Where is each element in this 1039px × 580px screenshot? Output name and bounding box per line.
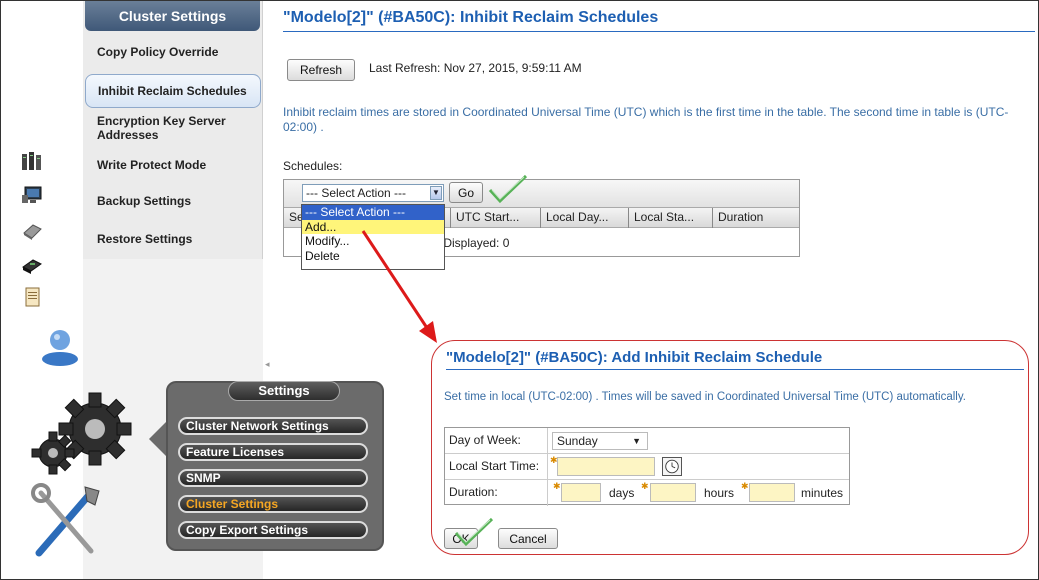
column-header-utc-start[interactable]: UTC Start...	[450, 208, 538, 228]
gear-icon[interactable]	[25, 387, 139, 487]
required-marker-icon: ✱	[553, 481, 561, 491]
required-marker-icon: ✱	[641, 481, 649, 491]
checkmark-icon	[454, 517, 494, 547]
local-start-time-label: Local Start Time:	[449, 459, 540, 473]
last-refresh-text: Last Refresh: Nov 27, 2015, 9:59:11 AM	[369, 61, 582, 75]
hours-unit-label: hours	[704, 486, 735, 500]
settings-item-snmp[interactable]: SNMP	[178, 469, 368, 487]
refresh-button[interactable]: Refresh	[287, 59, 355, 81]
option-modify[interactable]: Modify...	[302, 234, 444, 249]
sidebar-item-encryption-key-server-addresses[interactable]: Encryption Key Server Addresses	[85, 114, 261, 142]
column-header-local-start[interactable]: Local Sta...	[628, 208, 710, 228]
local-start-time-input[interactable]	[557, 457, 655, 476]
tools-icon[interactable]	[29, 481, 105, 561]
day-of-week-label: Day of Week:	[449, 433, 521, 447]
settings-item-copy-export[interactable]: Copy Export Settings	[178, 521, 368, 539]
option-add[interactable]: Add...	[302, 219, 444, 234]
sidebar-item-copy-policy-override[interactable]: Copy Policy Override	[85, 45, 261, 59]
sidebar-header: Cluster Settings	[85, 1, 260, 31]
form-divider	[547, 428, 548, 454]
form-divider	[547, 454, 548, 480]
required-marker-icon: ✱	[741, 481, 749, 491]
utc-info-text: Inhibit reclaim times are stored in Coor…	[283, 105, 1009, 134]
checkmark-icon	[488, 174, 528, 204]
settings-popup-title: Settings	[228, 381, 340, 401]
go-button[interactable]: Go	[449, 182, 483, 203]
minutes-unit-label: minutes	[801, 486, 844, 500]
duration-days-input[interactable]	[561, 483, 601, 502]
form-row-day: Day of Week: Sunday ▼	[445, 428, 849, 454]
days-unit-label: days	[609, 486, 635, 500]
sidebar-item-inhibit-reclaim-schedules[interactable]: Inhibit Reclaim Schedules	[85, 74, 261, 108]
chevron-down-icon[interactable]: ▼	[632, 433, 641, 449]
sidebar-item-backup-settings[interactable]: Backup Settings	[85, 194, 261, 208]
document-icon[interactable]	[21, 287, 43, 307]
monitor-icon[interactable]	[21, 185, 43, 205]
server-rack-icon[interactable]	[21, 151, 43, 171]
clock-icon[interactable]	[662, 457, 682, 476]
settings-popup: Settings Cluster Network Settings Featur…	[166, 381, 384, 551]
schedule-form: Day of Week: Sunday ▼ Local Start Time: …	[444, 427, 850, 506]
disk-drive-icon[interactable]	[21, 221, 43, 241]
app-window: Cluster Settings Copy Policy Override In…	[0, 0, 1039, 580]
settings-item-cluster-settings[interactable]: Cluster Settings	[178, 495, 368, 513]
settings-item-cluster-network[interactable]: Cluster Network Settings	[178, 417, 368, 435]
form-divider	[547, 480, 548, 506]
dialog-info-text: Set time in local (UTC-02:00) . Times wi…	[444, 391, 966, 403]
option-delete[interactable]: Delete	[302, 249, 444, 264]
tape-drive-icon[interactable]	[21, 255, 43, 275]
page-title: "Modelo[2]" (#BA50C): Inhibit Reclaim Sc…	[283, 9, 1035, 32]
day-of-week-select[interactable]: Sunday ▼	[552, 432, 648, 450]
sidebar-item-write-protect-mode[interactable]: Write Protect Mode	[85, 158, 261, 172]
day-of-week-value: Sunday	[557, 434, 598, 448]
settings-popup-pointer	[149, 421, 167, 457]
duration-hours-input[interactable]	[650, 483, 696, 502]
cancel-button[interactable]: Cancel	[498, 528, 558, 549]
select-action-dropdown[interactable]: --- Select Action --- ▼	[302, 184, 444, 202]
user-icon[interactable]	[39, 323, 81, 367]
column-header-select[interactable]: Se	[284, 208, 304, 228]
duration-minutes-input[interactable]	[749, 483, 795, 502]
form-row-duration: Duration: ✱ days ✱ hours ✱ minutes	[445, 480, 849, 506]
column-header-local-day[interactable]: Local Day...	[540, 208, 626, 228]
form-row-start: Local Start Time: ✱	[445, 454, 849, 480]
duration-label: Duration:	[449, 485, 498, 499]
select-action-options: --- Select Action --- Add... Modify... D…	[301, 204, 445, 270]
add-schedule-dialog: "Modelo[2]" (#BA50C): Add Inhibit Reclai…	[431, 340, 1029, 555]
dialog-title: "Modelo[2]" (#BA50C): Add Inhibit Reclai…	[446, 349, 1024, 370]
sidebar-item-restore-settings[interactable]: Restore Settings	[85, 232, 261, 246]
option-select-action[interactable]: --- Select Action ---	[302, 205, 444, 220]
select-action-value: --- Select Action ---	[306, 186, 407, 200]
column-header-duration[interactable]: Duration	[712, 208, 796, 228]
settings-item-feature-licenses[interactable]: Feature Licenses	[178, 443, 368, 461]
schedules-label: Schedules:	[283, 159, 343, 173]
chevron-down-icon[interactable]: ▼	[430, 186, 442, 200]
